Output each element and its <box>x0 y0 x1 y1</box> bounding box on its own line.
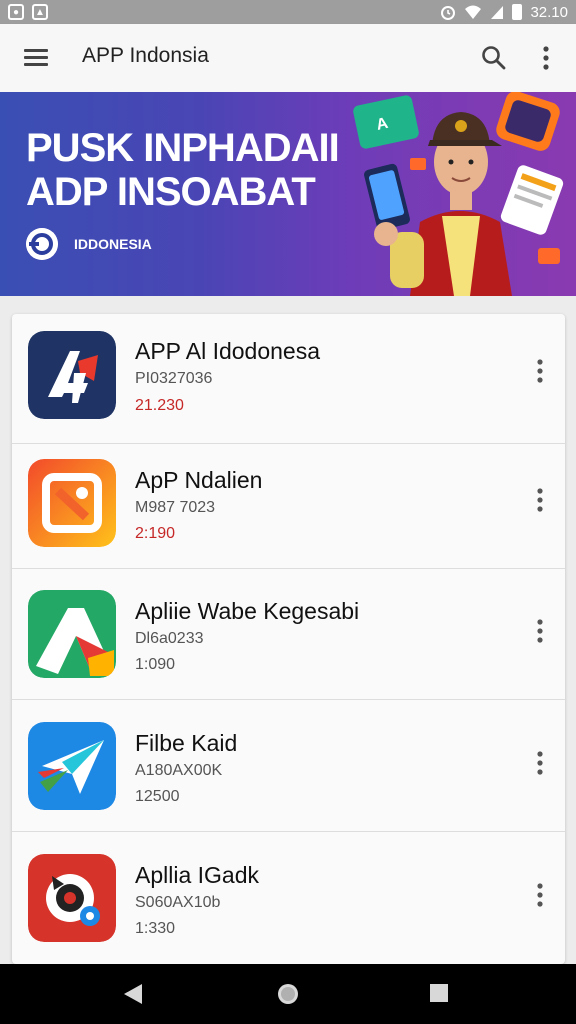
more-vert-icon[interactable] <box>530 485 550 515</box>
app-subtitle: M987 7023 <box>135 499 216 516</box>
menu-icon[interactable] <box>24 48 48 68</box>
app-size: 2:190 <box>135 525 176 542</box>
app-bar: APP Indonsia <box>0 24 576 92</box>
app-name: Apliie Wabe Kegesabi <box>135 598 360 624</box>
app-size: 1:090 <box>135 656 176 673</box>
app-ndalien-icon <box>28 459 116 547</box>
home-icon[interactable] <box>276 982 300 1006</box>
list-item[interactable]: APP Al Idodonesa PI0327036 21.230 <box>12 314 565 444</box>
more-vert-icon[interactable] <box>530 748 550 778</box>
app-subtitle: A180AX00K <box>135 762 223 779</box>
app-subtitle: PI0327036 <box>135 370 213 387</box>
alarm-icon <box>441 6 456 20</box>
notification-icon: ● <box>8 4 24 20</box>
battery-icon <box>512 4 523 20</box>
banner-badge-text: IDDONESIA <box>74 236 152 252</box>
app-ai-icon <box>28 331 116 419</box>
app-title: APP Indonsia <box>82 44 209 67</box>
app-wabe-icon <box>28 590 116 678</box>
app-list: APP Al Idodonesa PI0327036 21.230 ApP Nd… <box>12 314 565 964</box>
more-vert-icon[interactable] <box>530 616 550 646</box>
more-vert-icon[interactable] <box>530 880 550 910</box>
back-icon[interactable] <box>122 982 144 1006</box>
photo-icon: ▲ <box>32 4 48 20</box>
app-size: 12500 <box>135 788 180 805</box>
promo-banner[interactable]: PUSK INPHADAII ADP INSOABAT IDDONESIA A <box>0 92 576 296</box>
status-bar: ● ▲ 32.10 <box>0 0 576 24</box>
app-name: Apllia IGadk <box>135 862 260 888</box>
app-name: ApP Ndalien <box>135 467 263 493</box>
search-icon[interactable] <box>480 44 508 72</box>
list-item[interactable]: ApP Ndalien M987 7023 2:190 <box>12 439 565 569</box>
list-item[interactable]: Apliie Wabe Kegesabi Dl6a0233 1:090 <box>12 570 565 700</box>
app-subtitle: Dl6a0233 <box>135 630 204 647</box>
app-filbe-icon <box>28 722 116 810</box>
app-subtitle: S060AX10b <box>135 894 221 911</box>
list-item[interactable]: Filbe Kaid A180AX00K 12500 <box>12 702 565 832</box>
app-igadk-icon <box>28 854 116 942</box>
app-size: 21.230 <box>135 397 184 414</box>
app-size: 1:330 <box>135 920 176 937</box>
list-item[interactable]: Apllia IGadk S060AX10b 1:330 <box>12 834 565 964</box>
banner-illustration: A <box>353 92 564 296</box>
app-name: APP Al Idodonesa <box>135 338 320 364</box>
more-vert-icon[interactable] <box>536 44 556 72</box>
more-vert-icon[interactable] <box>530 356 550 386</box>
recents-icon[interactable] <box>428 982 450 1004</box>
banner-headline-1: PUSK INPHADAII <box>26 126 340 170</box>
status-time: 32.10 <box>530 3 568 21</box>
system-nav-bar <box>0 964 576 1024</box>
signal-icon <box>491 6 504 19</box>
badge-logo-icon <box>26 228 58 260</box>
app-name: Filbe Kaid <box>135 730 238 756</box>
wifi-icon <box>465 5 482 19</box>
banner-headline-2: ADP INSOABAT <box>26 170 316 214</box>
